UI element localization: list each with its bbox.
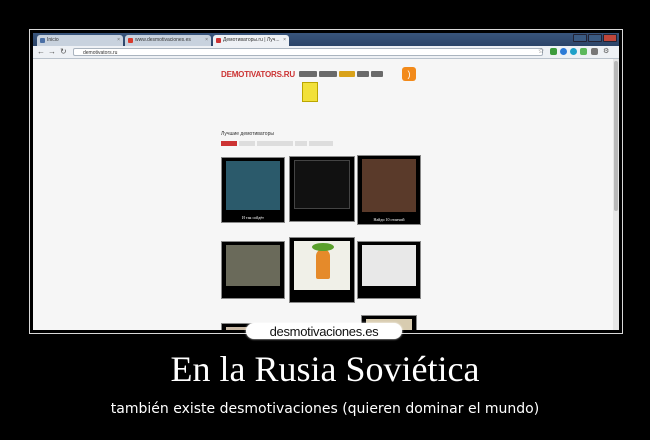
tab-favicon-icon: [40, 38, 45, 43]
tab-favicon-icon: [128, 38, 133, 43]
close-tab-icon[interactable]: ×: [205, 35, 208, 46]
leaves-shape: [312, 243, 334, 251]
forward-arrow-icon[interactable]: →: [48, 47, 56, 57]
extension-icon[interactable]: [550, 48, 557, 55]
rss-icon[interactable]: ): [402, 67, 416, 81]
poster-title: En la Rusia Soviética: [170, 349, 480, 389]
card-image: [226, 161, 280, 210]
address-bar[interactable]: demotivators.ru: [73, 48, 543, 56]
tab-demotivators[interactable]: Демотиваторы.ru | Луч... ×: [213, 35, 289, 46]
extension-icon[interactable]: [591, 48, 598, 55]
demotivator-card[interactable]: [289, 237, 355, 303]
address-text: demotivators.ru: [83, 50, 118, 56]
watermark-text: desmotivaciones.es: [269, 324, 379, 339]
tab-desmotivaciones[interactable]: www.desmotivaciones.es ×: [125, 35, 211, 46]
menu-item[interactable]: [357, 71, 369, 77]
close-window-button[interactable]: [603, 34, 617, 42]
tab-label: Inicio: [47, 37, 59, 43]
tab-strip: Inicio × www.desmotivaciones.es × Демоти…: [33, 33, 619, 46]
extension-icon[interactable]: [570, 48, 577, 55]
browser-toolbar: ← → ↻ demotivators.ru ☆ ⚙: [33, 46, 619, 59]
card-image: [226, 245, 280, 286]
menu-item[interactable]: [319, 71, 337, 77]
close-tab-icon[interactable]: ×: [283, 35, 286, 46]
web-page: DEMOTIVATORS.RU ) Лучшие демотиваторы И …: [33, 59, 613, 330]
sort-tab[interactable]: [295, 141, 307, 146]
menu-item[interactable]: [299, 71, 317, 77]
bookmark-star-icon[interactable]: ☆: [538, 47, 544, 57]
tab-label: Демотиваторы.ru | Луч...: [223, 37, 280, 43]
carrot-shape: [316, 249, 330, 279]
page-scrollbar[interactable]: [613, 59, 619, 330]
screenshot-frame: Inicio × www.desmotivaciones.es × Демоти…: [29, 29, 623, 334]
card-caption: И так сойдёт: [242, 215, 264, 220]
site-logo[interactable]: DEMOTIVATORS.RU: [221, 70, 295, 79]
card-image: [294, 241, 350, 290]
poster-subtitle: también existe desmotivaciones (quieren …: [110, 401, 540, 417]
reload-icon[interactable]: ↻: [60, 47, 67, 57]
close-tab-icon[interactable]: ×: [117, 35, 120, 46]
tab-label: www.desmotivaciones.es: [135, 37, 191, 43]
sort-tab[interactable]: [309, 141, 333, 146]
menu-item-active[interactable]: [339, 71, 355, 77]
demotivator-card[interactable]: [221, 241, 285, 299]
wrench-icon[interactable]: ⚙: [603, 47, 609, 57]
demotivator-card[interactable]: Найди 10 отличий: [357, 155, 421, 225]
card-caption: Найди 10 отличий: [373, 217, 405, 222]
minimize-button[interactable]: [573, 34, 587, 42]
demotivator-card[interactable]: [289, 156, 355, 222]
scrollbar-thumb[interactable]: [614, 61, 618, 211]
sort-tab[interactable]: [257, 141, 293, 146]
section-title: Лучшие демотиваторы: [221, 131, 274, 137]
sort-tab-active[interactable]: [221, 141, 237, 146]
menu-item[interactable]: [371, 71, 383, 77]
promo-image[interactable]: [302, 82, 318, 102]
extension-icon[interactable]: [580, 48, 587, 55]
maximize-button[interactable]: [588, 34, 602, 42]
card-image: [362, 159, 416, 212]
tab-inicio[interactable]: Inicio ×: [37, 35, 123, 46]
back-arrow-icon[interactable]: ←: [37, 47, 45, 57]
extension-icon[interactable]: [560, 48, 567, 55]
demotivator-card[interactable]: И так сойдёт: [221, 157, 285, 223]
sort-tab[interactable]: [239, 141, 255, 146]
demotivator-card[interactable]: [357, 241, 421, 299]
card-image: [294, 160, 350, 209]
site-watermark: desmotivaciones.es: [246, 323, 402, 339]
card-image: [362, 245, 416, 286]
tab-favicon-icon: [216, 38, 221, 43]
browser-screenshot: Inicio × www.desmotivaciones.es × Демоти…: [33, 33, 619, 330]
